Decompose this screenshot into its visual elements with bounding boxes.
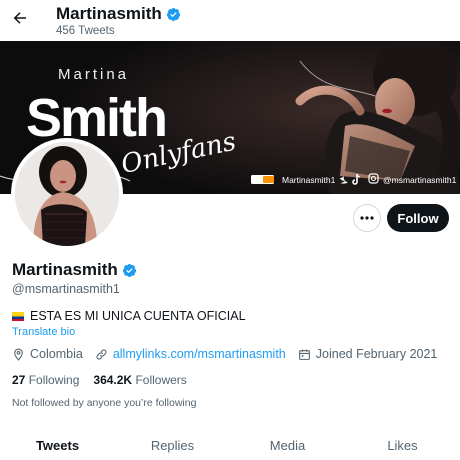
followers-count: 364.2K [93,373,133,387]
tweet-count: 456 Tweets [56,25,115,37]
profile-bio: ESTA ES MI UNICA CUENTA OFICIAL [12,309,246,323]
profile-name: Martinasmith [12,260,137,280]
calendar-icon [298,349,310,360]
banner-first-name: Martina [58,66,129,83]
followers-label: Followers [135,373,187,387]
banner-last-name: Smith [26,88,166,148]
banner-instagram-handle: @msmartinasmith1 [383,175,457,185]
header-name: Martinasmith [56,4,162,23]
back-button[interactable] [8,6,32,30]
profile-avatar[interactable] [11,138,123,250]
display-name: Martinasmith [12,260,118,279]
profile-meta: Colombia allmylinks.com/msmartinasmith J… [12,347,449,361]
location-pin-icon [14,348,23,361]
avatar-photo [15,142,119,246]
tab-tweets[interactable]: Tweets [0,425,115,460]
following-stat[interactable]: 27 Following [12,373,79,387]
top-bar: Martinasmith 456 Tweets [0,0,460,41]
joined-item: Joined February 2021 [298,347,438,361]
header-title: Martinasmith [56,4,181,24]
link-icon [96,348,107,360]
website-link[interactable]: allmylinks.com/msmartinasmith [113,347,286,361]
website-item[interactable]: allmylinks.com/msmartinasmith [95,347,286,361]
following-label: Following [28,373,80,387]
follow-button[interactable]: Follow [387,204,449,232]
tab-replies[interactable]: Replies [115,425,230,460]
tab-likes[interactable]: Likes [345,425,460,460]
follow-stats: 27 Following 364.2K Followers [12,373,187,387]
profile-handle: @msmartinasmith1 [12,282,120,296]
following-count: 27 [12,373,26,387]
followers-stat[interactable]: 364.2K Followers [93,373,186,387]
tab-media[interactable]: Media [230,425,345,460]
translate-bio-link[interactable]: Translate bio [12,326,75,338]
more-options-button[interactable] [353,204,381,232]
verified-badge-icon [166,7,180,21]
more-horizontal-icon [360,216,374,220]
banner-social-label: Martinasmith1 [282,175,336,185]
location-item: Colombia [12,347,83,361]
bio-text: ESTA ES MI UNICA CUENTA OFICIAL [30,309,246,323]
profile-tabs: Tweets Replies Media Likes [0,425,460,460]
colombia-flag-icon [12,311,24,321]
location-text: Colombia [30,347,83,361]
arrow-left-icon [13,12,26,24]
not-followed-notice: Not followed by anyone you’re following [12,397,197,409]
joined-text: Joined February 2021 [315,347,438,361]
verified-badge-icon[interactable] [122,263,137,278]
